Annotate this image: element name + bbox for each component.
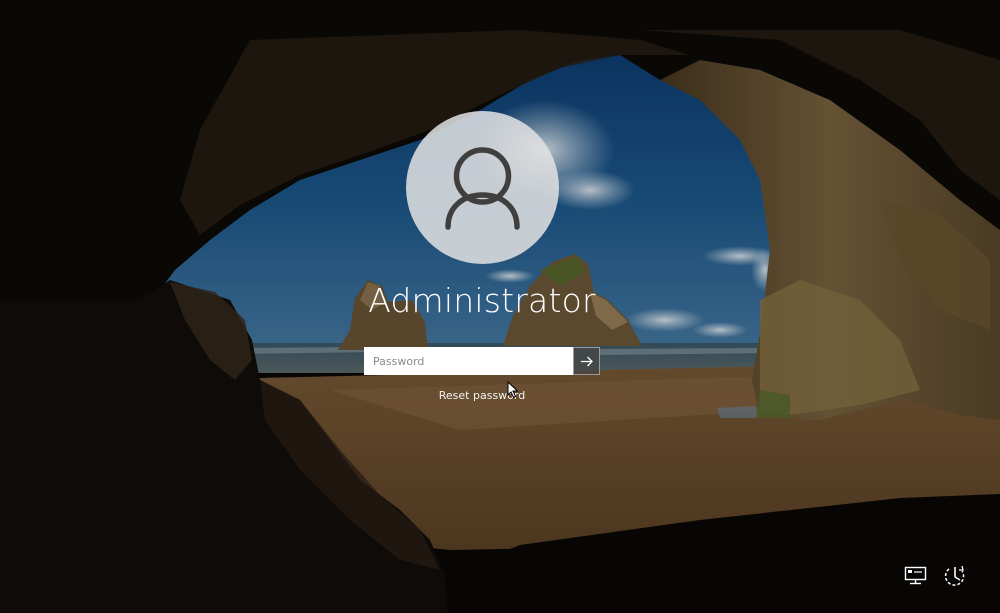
username-label: Administrator	[368, 281, 596, 320]
network-button[interactable]	[904, 564, 930, 588]
reset-password-link[interactable]: Reset password	[400, 389, 564, 403]
arrow-right-icon	[581, 356, 593, 367]
ease-of-access-button[interactable]	[942, 564, 968, 588]
user-silhouette-icon	[445, 147, 520, 230]
user-avatar	[406, 111, 559, 264]
ease-of-access-icon	[944, 565, 965, 586]
password-input[interactable]	[364, 347, 573, 375]
network-icon	[904, 566, 927, 585]
submit-button[interactable]	[573, 347, 600, 375]
lock-screen: Administrator Reset password	[0, 0, 1000, 613]
password-form	[364, 347, 600, 375]
mouse-cursor-icon	[507, 381, 519, 399]
